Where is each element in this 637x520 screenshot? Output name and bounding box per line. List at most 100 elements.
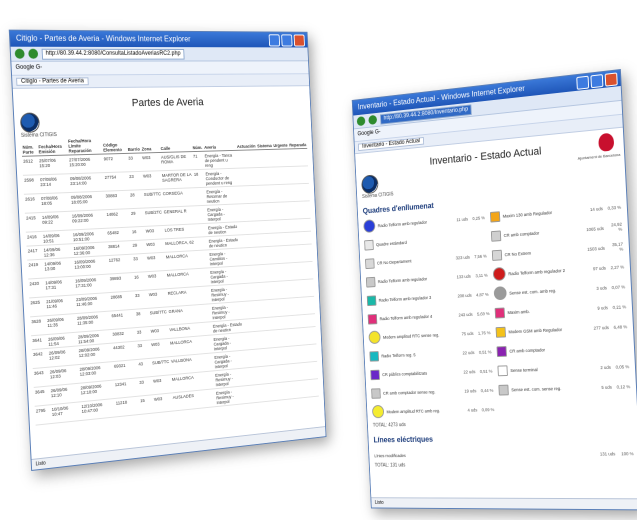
minimize-icon[interactable]	[269, 34, 280, 46]
table-cell: 33	[134, 290, 149, 309]
inventory-item-value	[589, 347, 610, 348]
table-cell: 2420	[28, 278, 45, 298]
table-cell	[284, 380, 301, 399]
table-cell	[289, 148, 308, 166]
table-cell: 33	[138, 377, 153, 397]
table-cell: W03	[145, 225, 165, 239]
inventory-item-value: 133 uds	[451, 273, 471, 279]
inventory-item-pct: 0,07 %	[610, 284, 626, 290]
inventory-item-icon	[497, 365, 507, 376]
inventory-item-icon	[496, 346, 506, 357]
table-cell	[278, 263, 295, 282]
inventory-item-icon	[371, 388, 381, 398]
table-cell: 71	[192, 151, 204, 169]
inventory-item-value: 3 uds	[586, 285, 607, 291]
inventory-item-pct	[613, 346, 628, 347]
url-field[interactable]: http://80.39.44.2:8080/ConsultaListadoAv…	[42, 48, 185, 59]
table-cell	[268, 382, 285, 401]
table-cell: 65441	[110, 309, 135, 329]
table-cell: 16/09/2006 09:22:00	[71, 210, 107, 230]
google-search-field[interactable]: Google G-	[15, 65, 42, 71]
inventory-item-pct	[472, 236, 486, 237]
table-cell	[276, 219, 292, 233]
maximize-icon[interactable]	[590, 74, 603, 88]
close-icon[interactable]	[294, 34, 305, 46]
inventory-item-value: 75 uds	[454, 331, 474, 337]
close-icon[interactable]	[605, 72, 618, 86]
inventory-item: Modem amplitud RTC amb reg. 4 uds 0,09 %	[372, 401, 495, 419]
table-cell: 07/08/06 18:05	[40, 193, 71, 213]
table-cell: 33	[127, 153, 142, 172]
table-cell: W03	[146, 252, 166, 271]
table-cell	[196, 237, 208, 251]
table-cell: 16	[133, 272, 148, 291]
inventory-item-name: Maxim amb.	[507, 306, 584, 315]
browser-window-inventario[interactable]: Inventario - Estado Actual - Windows Int…	[352, 69, 637, 510]
minimize-icon[interactable]	[576, 76, 589, 90]
table-cell	[267, 364, 284, 383]
inventory-item-icon	[493, 267, 506, 281]
table-cell: 27/07/2006 15:20:00	[68, 154, 104, 174]
inventory-item-pct: 24,92 %	[606, 222, 622, 233]
table-cell: 9072	[103, 153, 128, 172]
inventory-item-pct: 2,27 %	[609, 264, 625, 270]
forward-icon[interactable]	[28, 49, 38, 59]
column-header: Actuación	[235, 133, 256, 150]
table-cell: 2625	[29, 297, 46, 317]
table-cell	[261, 246, 278, 265]
window-titlebar[interactable]: Citiglo - Partes de Averia - Windows Int…	[10, 31, 308, 48]
table-cell: Energía - Cambios - Interpol	[208, 248, 242, 268]
table-cell	[277, 232, 293, 246]
inventory-item-name: Sense terminal	[510, 365, 587, 372]
inventory-item-pct: 3,11 %	[473, 272, 487, 278]
inventory-item-value: 1065 uds	[583, 225, 604, 231]
lines-row: Línies modificades 131 uds 100 %	[374, 445, 634, 463]
table-cell: CORSEGA	[162, 188, 195, 207]
table-cell	[246, 348, 267, 368]
table-cell: 27754	[103, 172, 128, 191]
column-header: Sistema	[256, 133, 273, 150]
inventory-item: Sense est. com. amb reg. 3 uds 0,07 %	[494, 278, 626, 301]
section-lineas: Línees eléctriques	[373, 432, 633, 444]
google-search-field[interactable]: Google G-	[357, 129, 380, 137]
column-header: Fecha/Hora Límite Reparación	[67, 137, 103, 155]
table-cell: W03	[142, 171, 162, 190]
table-cell: 33	[136, 340, 151, 359]
table-cell: AUS/GLIS DE ROMA	[160, 152, 193, 171]
tab-partes-averia[interactable]: Citiglo - Partes de Averia	[16, 77, 89, 85]
browser-window-partes-averia[interactable]: Citiglo - Partes de Averia - Windows Int…	[9, 30, 327, 471]
table-cell	[263, 281, 280, 300]
maximize-icon[interactable]	[281, 34, 292, 46]
table-cell	[243, 282, 264, 301]
table-cell: 2416	[26, 231, 43, 246]
inventory-grid: Radio Telform amb regulador 11 uds 0,25 % M…	[363, 199, 631, 419]
inventory-item: CR públics comptabilitzats 22 uds 0,51 %	[370, 363, 493, 382]
table-cell	[240, 234, 261, 248]
inventory-item-name: Radio Telform amb regulador 3	[379, 294, 450, 303]
inventory-item: Radio Telform amb regulador 133 uds 3,11 %	[366, 267, 488, 289]
inventory-item-icon	[370, 369, 380, 380]
column-header: Reparada	[288, 132, 307, 149]
table-cell: Energía - Cargada - Interpol	[209, 266, 243, 286]
table-cell: 2612	[22, 156, 39, 175]
forward-icon[interactable]	[368, 115, 377, 125]
inventory-item-name: CR amb comptador	[504, 227, 581, 237]
inventory-item-name: Radio Telform amb regulador	[378, 275, 449, 284]
table-cell: 3645	[34, 386, 51, 406]
inventory-item-icon	[369, 351, 379, 362]
column-header: Núm.	[191, 135, 203, 152]
back-icon[interactable]	[15, 49, 25, 59]
table-cell	[289, 166, 308, 184]
column-header: Zona	[140, 136, 160, 153]
inventory-item-value: 208 uds	[452, 292, 472, 298]
table-cell: 30883	[104, 190, 129, 209]
inventory-item-icon	[368, 331, 380, 345]
table-cell: MARTOR DE LA SAGRERA	[161, 170, 194, 189]
inventory-item-pct: 35,17 %	[607, 242, 623, 253]
back-icon[interactable]	[357, 116, 366, 126]
table-cell: 39893	[109, 273, 134, 293]
inventory-item: Radio Telform amb regulador 3 208 uds 4,87…	[367, 286, 489, 308]
column-header: Código Elemento	[102, 136, 127, 154]
inventory-item-icon	[496, 326, 506, 337]
table-cell	[201, 335, 213, 354]
